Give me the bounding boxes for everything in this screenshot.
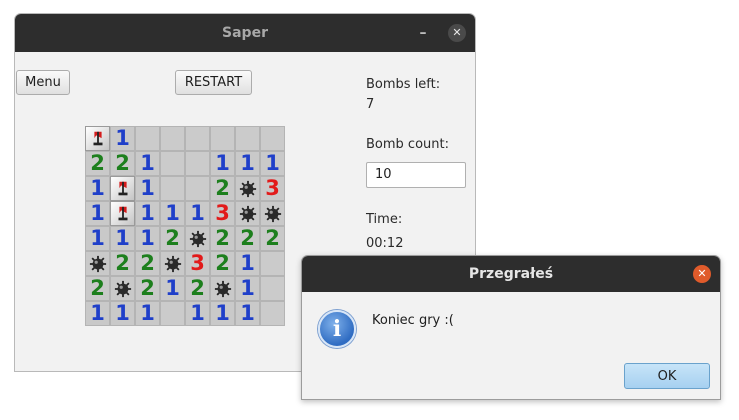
board-cell[interactable] [160,301,185,326]
board-cell[interactable] [185,151,210,176]
board-cell-number[interactable]: 2 [210,176,235,201]
board-cell-number[interactable]: 2 [260,226,285,251]
board-cell-number[interactable]: 1 [235,151,260,176]
game-over-dialog: Przegrałeś ✕ i Koniec gry :( OK [301,255,721,400]
board-cell[interactable] [160,126,185,151]
board-cell-number[interactable]: 2 [135,251,160,276]
minefield-board: 122111111231111311122222232122121111111 [85,126,285,326]
bombs-left-value: 7 [366,97,375,112]
board-cell-number[interactable]: 2 [110,251,135,276]
mine-icon[interactable] [235,176,260,201]
board-cell[interactable] [235,126,260,151]
time-value: 00:12 [366,236,404,251]
board-cell[interactable] [210,126,235,151]
menu-button[interactable]: Menu [16,70,70,95]
board-cell-number[interactable]: 1 [110,226,135,251]
board-cell-number[interactable]: 2 [235,226,260,251]
dialog-close-button[interactable]: ✕ [693,265,711,283]
board-cell-number[interactable]: 2 [110,151,135,176]
mine-icon[interactable] [160,251,185,276]
window-title: Saper [222,25,268,41]
mine-icon[interactable] [185,226,210,251]
flag-icon[interactable] [110,201,135,226]
board-cell[interactable] [160,176,185,201]
board-cell-number[interactable]: 2 [185,276,210,301]
board-cell[interactable] [185,176,210,201]
board-cell[interactable] [185,126,210,151]
dialog-message: Koniec gry :( [372,313,454,328]
bombs-left-label: Bombs left: [366,77,441,92]
board-cell-number[interactable]: 1 [260,151,285,176]
board-cell-number[interactable]: 2 [85,151,110,176]
mine-icon[interactable] [85,251,110,276]
board-cell-number[interactable]: 2 [210,251,235,276]
board-cell-number[interactable]: 1 [85,176,110,201]
board-cell[interactable] [135,126,160,151]
board-cell-number[interactable]: 1 [110,126,135,151]
board-cell-number[interactable]: 1 [135,301,160,326]
board-cell[interactable] [260,276,285,301]
close-button[interactable]: ✕ [448,24,466,42]
restart-button[interactable]: RESTART [175,70,252,95]
info-icon: i [318,310,356,348]
board-cell-number[interactable]: 1 [135,226,160,251]
board-cell[interactable] [260,251,285,276]
board-cell[interactable] [160,151,185,176]
board-cell-number[interactable]: 1 [235,251,260,276]
board-cell-number[interactable]: 2 [85,276,110,301]
board-cell-number[interactable]: 1 [135,151,160,176]
board-cell-number[interactable]: 1 [85,201,110,226]
dialog-titlebar: Przegrałeś ✕ [302,256,720,292]
mine-icon[interactable] [210,276,235,301]
ok-button[interactable]: OK [624,363,710,389]
board-cell-number[interactable]: 1 [160,201,185,226]
board-cell-number[interactable]: 1 [185,301,210,326]
flag-icon[interactable] [110,176,135,201]
board-cell-number[interactable]: 2 [160,226,185,251]
board-cell[interactable] [260,301,285,326]
board-cell-number[interactable]: 1 [235,276,260,301]
board-cell-number[interactable]: 1 [110,301,135,326]
board-cell-number[interactable]: 1 [85,301,110,326]
board-cell-number[interactable]: 1 [210,151,235,176]
board-cell-number[interactable]: 3 [260,176,285,201]
board-cell-number[interactable]: 2 [210,226,235,251]
board-cell-number[interactable]: 1 [185,201,210,226]
bomb-count-label: Bomb count: [366,137,449,152]
board-cell-number[interactable]: 2 [135,276,160,301]
board-cell-number[interactable]: 1 [85,226,110,251]
board-cell-number[interactable]: 1 [160,276,185,301]
time-label: Time: [366,212,403,227]
board-cell-number[interactable]: 3 [185,251,210,276]
mine-icon[interactable] [260,201,285,226]
board-cell-number[interactable]: 1 [235,301,260,326]
mine-icon[interactable] [235,201,260,226]
board-cell-number[interactable]: 1 [135,176,160,201]
flag-icon[interactable] [85,126,110,151]
board-cell-number[interactable]: 1 [210,301,235,326]
dialog-title: Przegrałeś [468,266,554,282]
titlebar: Saper – ✕ [15,14,475,52]
board-cell-number[interactable]: 3 [210,201,235,226]
minimize-button[interactable]: – [413,23,433,43]
board-cell[interactable] [260,126,285,151]
board-cell-number[interactable]: 1 [135,201,160,226]
mine-icon[interactable] [110,276,135,301]
bomb-count-input[interactable]: 10 [366,162,466,188]
